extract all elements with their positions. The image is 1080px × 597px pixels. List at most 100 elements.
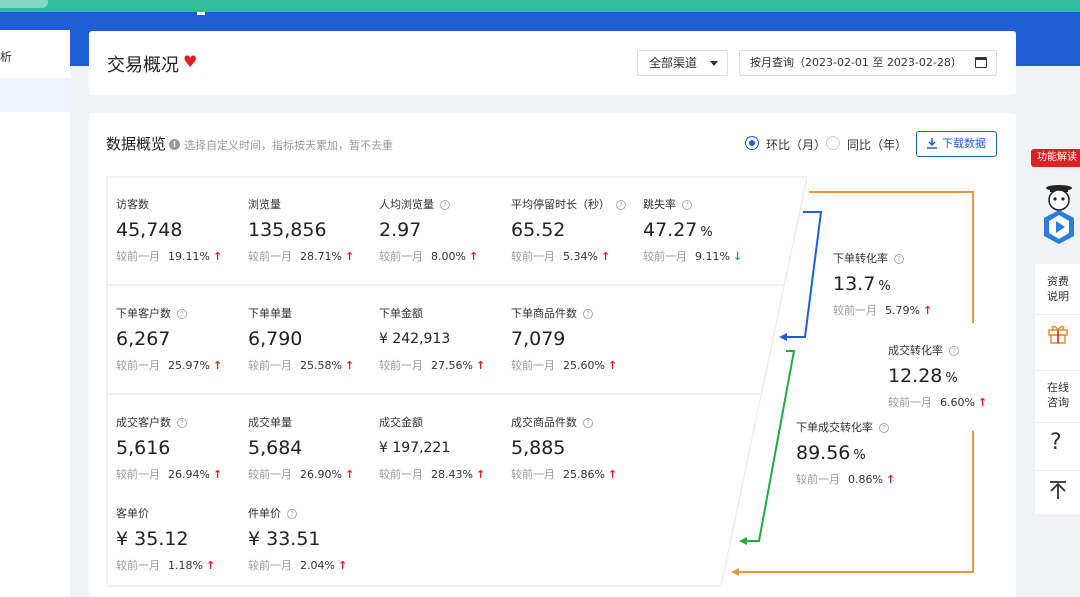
metric-value: 6,267 bbox=[116, 328, 171, 350]
metric-value-number: 89.56 bbox=[796, 442, 851, 464]
help-icon[interactable]: ? bbox=[583, 309, 593, 319]
metric-value: 47.27% bbox=[643, 218, 773, 242]
conversion-order-deal-rate: 下单成交转化率? 89.56% 较前一月 0.86% ↑ bbox=[796, 421, 926, 487]
doc-button[interactable]: 资费说明 bbox=[1035, 274, 1075, 304]
header-card: 交易概况 ♥ 全部渠道 按月查询（2023-02-01 至 2023-02-28… bbox=[89, 31, 1016, 95]
mascot-icon[interactable] bbox=[1038, 170, 1080, 252]
metric-label-text: 平均停留时长（秒） bbox=[511, 198, 610, 211]
metric-label: 下单金额 bbox=[379, 307, 423, 320]
metric-compare: 较前一月 2.04% ↑ bbox=[248, 559, 378, 573]
divider bbox=[1035, 370, 1080, 371]
arrow-up-icon: ↑ bbox=[344, 250, 355, 263]
metric-label: 件单价? bbox=[248, 507, 378, 521]
download-button[interactable]: 下载数据 bbox=[916, 131, 997, 157]
metric-avg-order-price: 客单价 ¥ 35.12 较前一月 1.18% ↑ bbox=[116, 507, 246, 573]
funnel-green-arrow bbox=[743, 350, 796, 542]
feature-explain-badge[interactable]: 功能解读 bbox=[1031, 149, 1080, 167]
info-icon[interactable]: i bbox=[169, 139, 180, 150]
chevron-down-icon bbox=[710, 61, 718, 66]
metric-order-customers: 下单客户数? 6,267 较前一月 25.97% ↑ bbox=[116, 307, 246, 373]
metric-pct: 25.97% bbox=[168, 359, 210, 372]
metric-value: ¥ 35.12 bbox=[116, 528, 189, 550]
compare-label: 较前一月 bbox=[248, 250, 292, 263]
metric-compare: 较前一月 26.90% ↑ bbox=[248, 468, 378, 482]
arrow-up-icon: ↑ bbox=[607, 468, 618, 481]
radio-yoy[interactable] bbox=[826, 136, 840, 150]
help-icon[interactable]: ? bbox=[879, 423, 889, 433]
page-title: 交易概况 bbox=[107, 55, 179, 76]
metric-label: 访客数 bbox=[116, 198, 149, 211]
metric-pageviews: 浏览量 135,856 较前一月 28.71% ↑ bbox=[248, 198, 378, 264]
metric-value: 135,856 bbox=[248, 219, 327, 241]
metric-pct: 27.56% bbox=[431, 359, 473, 372]
help-icon[interactable]: ? bbox=[177, 418, 187, 428]
metric-compare: 较前一月 9.11% ↓ bbox=[643, 250, 773, 264]
help-icon[interactable]: ? bbox=[287, 509, 297, 519]
metric-unit: % bbox=[853, 448, 866, 463]
metric-label: 成交金额 bbox=[379, 416, 423, 429]
metric-label: 成交商品件数? bbox=[511, 416, 641, 430]
metric-order-amount: 下单金额 ¥ 242,913 较前一月 27.56% ↑ bbox=[379, 307, 509, 373]
metric-label: 平均停留时长（秒）? bbox=[511, 198, 641, 212]
nav-item-analysis[interactable]: 析 bbox=[0, 44, 70, 78]
metric-visitors: 访客数 45,748 较前一月 19.11% ↑ bbox=[116, 198, 246, 264]
back-to-top-icon[interactable] bbox=[1047, 479, 1069, 501]
metric-pct: 5.79% bbox=[885, 304, 920, 317]
metric-pct: 28.71% bbox=[300, 250, 342, 263]
metric-compare: 较前一月 19.11% ↑ bbox=[116, 250, 246, 264]
compare-label: 较前一月 bbox=[833, 304, 877, 317]
radio-yoy-label[interactable]: 同比（年） bbox=[847, 136, 907, 153]
download-icon bbox=[927, 138, 937, 149]
help-icon[interactable]: ? bbox=[177, 309, 187, 319]
help-icon[interactable]: ? bbox=[949, 346, 959, 356]
channel-select[interactable]: 全部渠道 bbox=[637, 50, 728, 76]
metric-value: ¥ 33.51 bbox=[248, 528, 321, 550]
help-icon[interactable]: ? bbox=[682, 200, 692, 210]
compare-label: 较前一月 bbox=[796, 473, 840, 486]
metric-compare: 较前一月 25.86% ↑ bbox=[511, 468, 641, 482]
metric-pct: 8.00% bbox=[431, 250, 466, 263]
metric-value: 12.28% bbox=[888, 364, 998, 388]
metric-label: 下单转化率? bbox=[833, 252, 963, 266]
metric-pct: 0.86% bbox=[848, 473, 883, 486]
gift-icon[interactable] bbox=[1047, 322, 1069, 344]
metric-label-text: 人均浏览量 bbox=[379, 198, 434, 211]
conversion-order-rate: 下单转化率? 13.7% 较前一月 5.79% ↑ bbox=[833, 252, 963, 318]
metric-compare: 较前一月 6.60% ↑ bbox=[888, 396, 998, 410]
radio-mom[interactable] bbox=[745, 136, 759, 150]
compare-label: 较前一月 bbox=[116, 359, 160, 372]
metric-value-number: 13.7 bbox=[833, 273, 876, 295]
metric-compare: 较前一月 25.97% ↑ bbox=[116, 359, 246, 373]
arrow-up-icon: ↑ bbox=[212, 250, 223, 263]
help-icon[interactable]: ? bbox=[583, 418, 593, 428]
metric-pct: 25.86% bbox=[563, 468, 605, 481]
metric-unit: % bbox=[945, 371, 958, 386]
metric-unit: % bbox=[878, 279, 891, 294]
arrow-up-icon: ↑ bbox=[212, 468, 223, 481]
metric-pct: 1.18% bbox=[168, 559, 203, 572]
compare-label: 较前一月 bbox=[511, 359, 555, 372]
help-icon[interactable]: ? bbox=[616, 200, 626, 210]
metric-avg-item-price: 件单价? ¥ 33.51 较前一月 2.04% ↑ bbox=[248, 507, 378, 573]
metric-avg-stay: 平均停留时长（秒）? 65.52 较前一月 5.34% ↑ bbox=[511, 198, 641, 264]
online-consult-button[interactable]: 在线咨询 bbox=[1035, 380, 1075, 410]
metric-value: 45,748 bbox=[116, 219, 183, 241]
metric-compare: 较前一月 1.18% ↑ bbox=[116, 559, 246, 573]
metric-value-number: 47.27 bbox=[643, 219, 698, 241]
divider bbox=[1035, 314, 1080, 315]
metric-label: 成交客户数? bbox=[116, 416, 246, 430]
arrow-up-icon: ↑ bbox=[212, 359, 223, 372]
help-button[interactable]: ? bbox=[1050, 430, 1062, 455]
compare-label: 较前一月 bbox=[116, 250, 160, 263]
metric-pct: 28.43% bbox=[431, 468, 473, 481]
arrow-up-icon: ↑ bbox=[475, 468, 486, 481]
metric-pct: 25.60% bbox=[563, 359, 605, 372]
metric-pct: 6.60% bbox=[940, 396, 975, 409]
help-icon[interactable]: ? bbox=[894, 254, 904, 264]
nav-item-active[interactable] bbox=[0, 78, 70, 112]
metric-label: 下单商品件数? bbox=[511, 307, 641, 321]
date-range-picker[interactable]: 按月查询（2023-02-01 至 2023-02-28） bbox=[739, 50, 997, 76]
radio-mom-label[interactable]: 环比（月） bbox=[766, 136, 826, 153]
help-icon[interactable]: ? bbox=[440, 200, 450, 210]
top-tab[interactable] bbox=[0, 0, 48, 8]
